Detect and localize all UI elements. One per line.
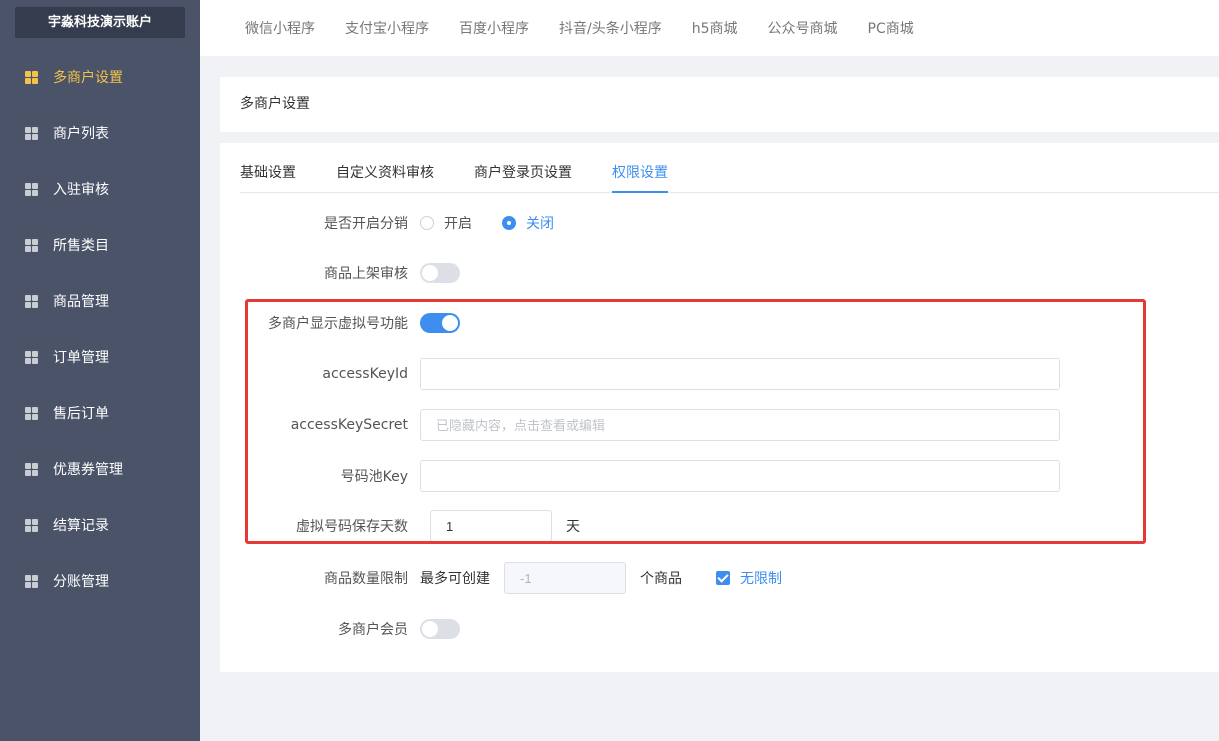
- sidebar: 宇淼科技演示账户 多商户设置 商户列表 入驻审核 所售类目 商品管理 订单管理 …: [0, 0, 200, 741]
- sidebar-item-after-sales[interactable]: 售后订单: [0, 385, 200, 441]
- sidebar-item-label: 结算记录: [53, 518, 109, 534]
- sidebar-item-label: 商品管理: [53, 294, 109, 310]
- page-title: 多商户设置: [220, 77, 1219, 132]
- sidebar-item-label: 所售类目: [53, 238, 109, 254]
- radio-circle: [420, 216, 434, 230]
- tab-custom-review[interactable]: 自定义资料审核: [336, 157, 434, 193]
- pool-key-label: 号码池Key: [340, 469, 408, 485]
- access-key-secret-label: accessKeySecret: [290, 417, 408, 433]
- sidebar-item-label: 多商户设置: [53, 70, 123, 86]
- product-review-row: 商品上架审核: [220, 257, 1219, 289]
- member-row: 多商户会员: [220, 613, 1219, 645]
- distribution-radio-group: 开启 关闭: [420, 213, 584, 233]
- tab-douyin-miniapp[interactable]: 抖音/头条小程序: [559, 18, 662, 38]
- sidebar-menu: 多商户设置 商户列表 入驻审核 所售类目 商品管理 订单管理 售后订单 优惠券管…: [0, 49, 200, 609]
- tab-basic-settings[interactable]: 基础设置: [240, 157, 296, 193]
- check-icon: [716, 571, 730, 585]
- tab-alipay-miniapp[interactable]: 支付宝小程序: [345, 18, 429, 38]
- tab-wechat-miniapp[interactable]: 微信小程序: [245, 18, 315, 38]
- sidebar-item-coupons[interactable]: 优惠券管理: [0, 441, 200, 497]
- unlimited-checkbox[interactable]: 无限制: [716, 568, 782, 588]
- access-key-id-row: accessKeyId: [220, 358, 1219, 390]
- retention-days-row: 虚拟号码保存天数 天: [220, 510, 1219, 542]
- retention-days-unit: 天: [566, 519, 580, 535]
- virtual-number-switch[interactable]: [420, 313, 460, 333]
- sidebar-item-label: 售后订单: [53, 406, 109, 422]
- sidebar-item-orders[interactable]: 订单管理: [0, 329, 200, 385]
- distribution-row: 是否开启分销 开启 关闭: [220, 207, 1219, 239]
- distribution-on-radio[interactable]: 开启: [420, 213, 472, 233]
- product-limit-unit: 个商品: [640, 571, 682, 587]
- product-limit-input: [504, 562, 626, 594]
- access-key-id-input[interactable]: [420, 358, 1060, 390]
- sidebar-item-split-accounts[interactable]: 分账管理: [0, 553, 200, 609]
- grid-icon: [25, 238, 38, 252]
- sidebar-item-categories[interactable]: 所售类目: [0, 217, 200, 273]
- grid-icon: [25, 350, 38, 364]
- distribution-label: 是否开启分销: [324, 216, 408, 232]
- product-limit-prefix: 最多可创建: [420, 571, 490, 587]
- sidebar-item-label: 商户列表: [53, 126, 109, 142]
- product-limit-label: 商品数量限制: [324, 571, 408, 587]
- grid-icon: [25, 574, 38, 588]
- access-key-id-label: accessKeyId: [322, 366, 408, 382]
- grid-icon: [25, 70, 38, 84]
- tab-h5-mall[interactable]: h5商城: [692, 18, 738, 38]
- account-name[interactable]: 宇淼科技演示账户: [15, 7, 185, 38]
- sidebar-item-merchant-settings[interactable]: 多商户设置: [0, 49, 200, 105]
- pool-key-input[interactable]: [420, 460, 1060, 492]
- access-key-secret-row: accessKeySecret: [220, 409, 1219, 441]
- member-label: 多商户会员: [338, 622, 408, 638]
- sidebar-item-label: 订单管理: [53, 350, 109, 366]
- product-limit-row: 商品数量限制 最多可创建 个商品 无限制: [220, 562, 1219, 594]
- retention-days-label: 虚拟号码保存天数: [296, 519, 408, 535]
- sidebar-item-onboarding-review[interactable]: 入驻审核: [0, 161, 200, 217]
- tab-pc-mall[interactable]: PC商城: [868, 18, 914, 38]
- sidebar-item-products[interactable]: 商品管理: [0, 273, 200, 329]
- virtual-number-label: 多商户显示虚拟号功能: [268, 316, 408, 332]
- sidebar-item-merchant-list[interactable]: 商户列表: [0, 105, 200, 161]
- tab-baidu-miniapp[interactable]: 百度小程序: [459, 18, 529, 38]
- tab-permission-settings[interactable]: 权限设置: [612, 157, 668, 193]
- grid-icon: [25, 406, 38, 420]
- sidebar-item-label: 入驻审核: [53, 182, 109, 198]
- product-review-label: 商品上架审核: [324, 266, 408, 282]
- access-key-secret-input[interactable]: [420, 409, 1060, 441]
- grid-icon: [25, 462, 38, 476]
- distribution-off-radio[interactable]: 关闭: [502, 213, 554, 233]
- retention-days-input[interactable]: [430, 510, 552, 542]
- radio-circle: [502, 216, 516, 230]
- grid-icon: [25, 518, 38, 532]
- grid-icon: [25, 294, 38, 308]
- sidebar-item-label: 分账管理: [53, 574, 109, 590]
- tab-official-account-mall[interactable]: 公众号商城: [768, 18, 838, 38]
- settings-card: 基础设置 自定义资料审核 商户登录页设置 权限设置 是否开启分销 开启 关闭 商…: [220, 143, 1219, 672]
- pool-key-row: 号码池Key: [220, 460, 1219, 492]
- grid-icon: [25, 126, 38, 140]
- virtual-number-row: 多商户显示虚拟号功能: [220, 307, 1219, 339]
- settings-tabs: 基础设置 自定义资料审核 商户登录页设置 权限设置: [240, 157, 1219, 193]
- product-review-switch[interactable]: [420, 263, 460, 283]
- grid-icon: [25, 182, 38, 196]
- tab-login-page-settings[interactable]: 商户登录页设置: [474, 157, 572, 193]
- member-switch[interactable]: [420, 619, 460, 639]
- sidebar-item-settlement[interactable]: 结算记录: [0, 497, 200, 553]
- sidebar-item-label: 优惠券管理: [53, 462, 123, 478]
- platform-tabs: 微信小程序 支付宝小程序 百度小程序 抖音/头条小程序 h5商城 公众号商城 P…: [200, 0, 1219, 56]
